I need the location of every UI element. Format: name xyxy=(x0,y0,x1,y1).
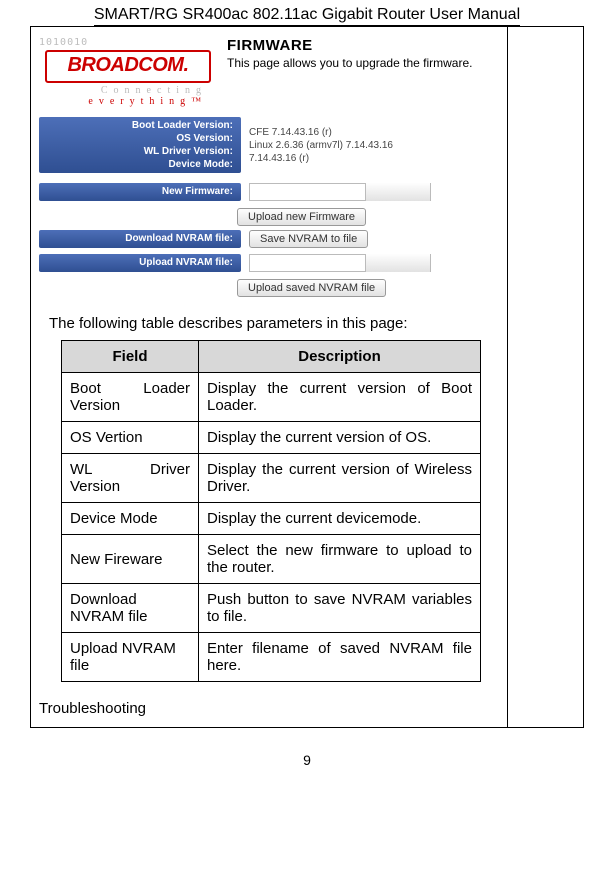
table-row: Boot Loader Version Display the current … xyxy=(62,373,481,422)
section-heading: Troubleshooting xyxy=(37,682,501,721)
side-column xyxy=(508,27,583,727)
table-row: Device Mode Display the current devicemo… xyxy=(62,503,481,535)
table-row: Download NVRAM file Push button to save … xyxy=(62,584,481,633)
doc-title: SMART/RG SR400ac 802.11ac Gigabit Router… xyxy=(94,6,520,26)
new-firmware-label: New Firmware: xyxy=(39,183,241,201)
parameters-table: Field Description Boot Loader Version Di… xyxy=(61,340,481,682)
upload-nvram-label: Upload NVRAM file: xyxy=(39,254,241,272)
version-values: CFE 7.14.43.16 (r) Linux 2.6.36 (armv7l)… xyxy=(241,126,393,165)
table-intro: The following table describes parameters… xyxy=(37,305,501,340)
upload-saved-nvram-button[interactable]: Upload saved NVRAM file xyxy=(237,279,386,297)
firmware-sub: This page allows you to upgrade the firm… xyxy=(227,56,472,70)
logo-tagline: Connecting everything™ xyxy=(39,85,215,107)
upload-new-firmware-button[interactable]: Upload new Firmware xyxy=(237,208,366,226)
firmware-screenshot: 1010010 BROADCOM. Connecting everything™… xyxy=(37,33,501,305)
table-row: New Fireware Select the new firmware to … xyxy=(62,535,481,584)
firmware-heading: FIRMWARE xyxy=(227,37,472,54)
binary-strip: 1010010 xyxy=(39,37,215,48)
broadcom-logo: BROADCOM. xyxy=(45,50,211,83)
upload-nvram-file-field[interactable] xyxy=(249,254,431,272)
th-desc: Description xyxy=(199,341,481,373)
download-nvram-label: Download NVRAM file: xyxy=(39,230,241,248)
main-content: 1010010 BROADCOM. Connecting everything™… xyxy=(31,27,508,727)
browse-icon[interactable] xyxy=(365,183,430,201)
page-number: 9 xyxy=(0,728,614,778)
th-field: Field xyxy=(62,341,199,373)
table-row: OS Vertion Display the current version o… xyxy=(62,422,481,454)
save-nvram-button[interactable]: Save NVRAM to file xyxy=(249,230,368,248)
table-row: Upload NVRAM file Enter filename of save… xyxy=(62,633,481,682)
tagline-main: everything xyxy=(88,96,191,107)
new-firmware-file-field[interactable] xyxy=(249,183,431,201)
version-labels: Boot Loader Version: OS Version: WL Driv… xyxy=(39,117,241,173)
table-row: WL Driver Version Display the current ve… xyxy=(62,454,481,503)
browse-icon[interactable] xyxy=(365,254,430,272)
tagline-prefix: Connecting xyxy=(101,85,207,96)
